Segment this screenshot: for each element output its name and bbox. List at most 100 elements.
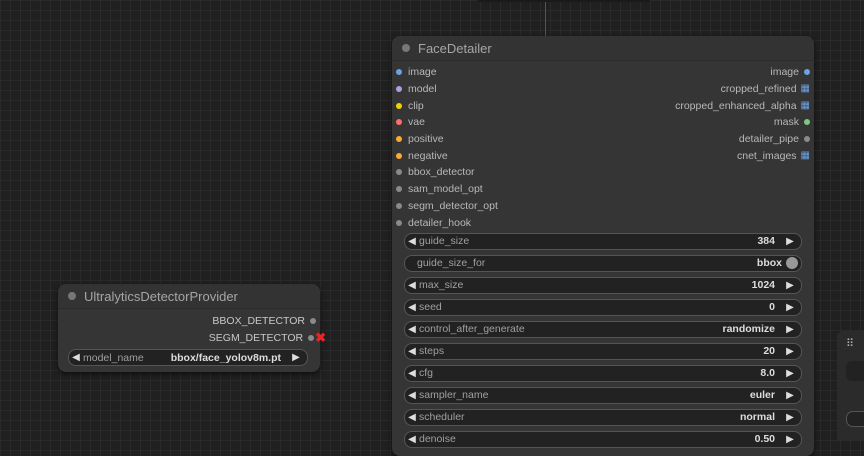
widget-seed[interactable]: ◀ seed 0 ▶ <box>404 298 802 316</box>
disconnect-x-icon[interactable]: ✖ <box>315 330 326 346</box>
increment-arrow-icon[interactable]: ▶ <box>783 324 797 335</box>
widget-value: 0.50 <box>754 433 775 446</box>
output-dot[interactable] <box>310 318 316 325</box>
output-slot-detailer-pipe[interactable]: detailer_pipe <box>739 131 810 148</box>
grip-dots-icon[interactable]: ⠿ <box>846 337 854 350</box>
increment-arrow-icon[interactable]: ▶ <box>783 412 797 423</box>
model-name-combo[interactable]: ◀ model_name bbox/face_yolov8m.pt ▶ <box>68 349 308 367</box>
widget-value: normal <box>739 411 775 424</box>
input-dot[interactable] <box>396 136 402 143</box>
input-slot-negative[interactable]: negative <box>396 147 448 164</box>
input-slot-segm-detector-opt[interactable]: segm_detector_opt <box>396 198 498 215</box>
widget-value: 384 <box>757 235 775 248</box>
toggle-knob-icon[interactable] <box>786 257 798 270</box>
input-label: positive <box>408 133 444 146</box>
node-collapse-dot[interactable] <box>68 292 76 300</box>
widget-max-size[interactable]: ◀ max_size 1024 ▶ <box>404 276 802 294</box>
decrement-arrow-icon[interactable]: ◀ <box>405 302 419 313</box>
input-dot[interactable] <box>396 152 402 159</box>
side-node-field-small[interactable] <box>846 411 864 427</box>
input-label: negative <box>408 149 448 162</box>
input-slot-detailer-hook[interactable]: detailer_hook <box>396 214 471 231</box>
widget-control-after-generate[interactable]: ◀ control_after_generate randomize ▶ <box>404 320 802 338</box>
ultralytics-detector-node[interactable]: UltralyticsDetectorProvider BBOX_DETECTO… <box>58 284 326 372</box>
output-label: mask <box>773 116 799 129</box>
widget-value: 20 <box>763 345 775 358</box>
input-dot[interactable] <box>396 202 402 209</box>
input-dot[interactable] <box>396 102 402 109</box>
slot-row: segm_detector_opt <box>392 198 814 215</box>
output-label: detailer_pipe <box>738 133 799 146</box>
output-dot[interactable] <box>804 136 810 143</box>
decrement-arrow-icon[interactable]: ◀ <box>405 390 419 401</box>
decrement-arrow-icon[interactable]: ◀ <box>405 412 419 423</box>
increment-arrow-icon[interactable]: ▶ <box>783 236 797 247</box>
ultralytics-title: UltralyticsDetectorProvider <box>84 288 238 304</box>
input-label: sam_model_opt <box>408 183 483 196</box>
widget-label: guide_size_for <box>417 257 486 270</box>
input-slot-image[interactable]: image <box>396 64 437 81</box>
widget-sampler-name[interactable]: ◀ sampler_name euler ▶ <box>404 386 802 404</box>
input-dot[interactable] <box>396 119 402 126</box>
side-node-field[interactable] <box>846 361 864 381</box>
widget-value: 1024 <box>751 279 775 292</box>
widget-denoise[interactable]: ◀ denoise 0.50 ▶ <box>404 430 802 448</box>
output-label: image <box>770 66 799 79</box>
increment-arrow-icon[interactable]: ▶ <box>783 346 797 357</box>
face-detailer-title-bar[interactable]: FaceDetailer <box>392 36 814 61</box>
widget-guide-size-for[interactable]: guide_size_for bbox <box>404 254 802 272</box>
output-dot[interactable] <box>804 69 810 76</box>
ultralytics-title-bar[interactable]: UltralyticsDetectorProvider <box>58 284 320 309</box>
list-grid-icon[interactable]: ▦ <box>801 100 810 111</box>
widget-label: steps <box>419 345 445 358</box>
input-dot[interactable] <box>396 86 402 93</box>
input-dot[interactable] <box>396 169 402 176</box>
widget-label: max_size <box>419 279 464 292</box>
increment-arrow-icon[interactable]: ▶ <box>289 352 303 363</box>
input-label: model <box>408 83 437 96</box>
output-slot-mask[interactable]: mask <box>774 114 810 131</box>
face-detailer-node[interactable]: FaceDetailer image image model cropped_refi… <box>392 36 814 456</box>
output-slot-cropped-enhanced-alpha[interactable]: cropped_enhanced_alpha ▦ <box>675 97 810 114</box>
list-grid-icon[interactable]: ▦ <box>801 84 810 94</box>
input-slot-bbox-detector[interactable]: bbox_detector <box>396 164 475 181</box>
input-dot[interactable] <box>396 186 402 193</box>
decrement-arrow-icon[interactable]: ◀ <box>405 324 419 335</box>
side-node-partial[interactable]: ⠿ <box>837 331 864 441</box>
widget-steps[interactable]: ◀ steps 20 ▶ <box>404 342 802 360</box>
output-slot-bbox-detector[interactable]: BBOX_DETECTOR <box>58 313 320 330</box>
canvas-node-edge-top <box>478 0 650 2</box>
widget-guide-size[interactable]: ◀ guide_size 384 ▶ <box>404 232 802 250</box>
widget-label: model_name <box>83 351 144 364</box>
slot-row: negative cnet_images ▦ <box>392 147 814 164</box>
decrement-arrow-icon[interactable]: ◀ <box>405 280 419 291</box>
increment-arrow-icon[interactable]: ▶ <box>783 302 797 313</box>
widget-scheduler[interactable]: ◀ scheduler normal ▶ <box>404 408 802 426</box>
decrement-arrow-icon[interactable]: ◀ <box>405 236 419 247</box>
input-slot-clip[interactable]: clip <box>396 97 424 114</box>
slot-row: detailer_hook <box>392 214 814 231</box>
increment-arrow-icon[interactable]: ▶ <box>783 280 797 291</box>
node-collapse-dot[interactable] <box>402 44 410 52</box>
output-label: cnet_images <box>737 149 797 162</box>
decrement-arrow-icon[interactable]: ◀ <box>69 352 83 363</box>
output-slot-image[interactable]: image <box>770 64 810 81</box>
input-slot-positive[interactable]: positive <box>396 131 444 148</box>
input-slot-sam-model-opt[interactable]: sam_model_opt <box>396 181 483 198</box>
widget-cfg[interactable]: ◀ cfg 8.0 ▶ <box>404 364 802 382</box>
input-dot[interactable] <box>396 69 402 76</box>
increment-arrow-icon[interactable]: ▶ <box>783 390 797 401</box>
input-dot[interactable] <box>396 219 402 226</box>
input-label: segm_detector_opt <box>408 199 498 212</box>
output-dot[interactable] <box>308 335 315 342</box>
output-slot-cropped-refined[interactable]: cropped_refined ▦ <box>721 81 810 98</box>
decrement-arrow-icon[interactable]: ◀ <box>405 346 419 357</box>
decrement-arrow-icon[interactable]: ◀ <box>405 368 419 379</box>
output-slot-cnet-images[interactable]: cnet_images ▦ <box>737 147 810 164</box>
input-slot-model[interactable]: model <box>396 81 437 98</box>
increment-arrow-icon[interactable]: ▶ <box>783 368 797 379</box>
output-slot-segm-detector[interactable]: SEGM_DETECTOR ✖ <box>58 330 326 347</box>
output-dot[interactable] <box>804 119 810 126</box>
list-grid-icon[interactable]: ▦ <box>801 150 810 161</box>
input-slot-vae[interactable]: vae <box>396 114 425 131</box>
